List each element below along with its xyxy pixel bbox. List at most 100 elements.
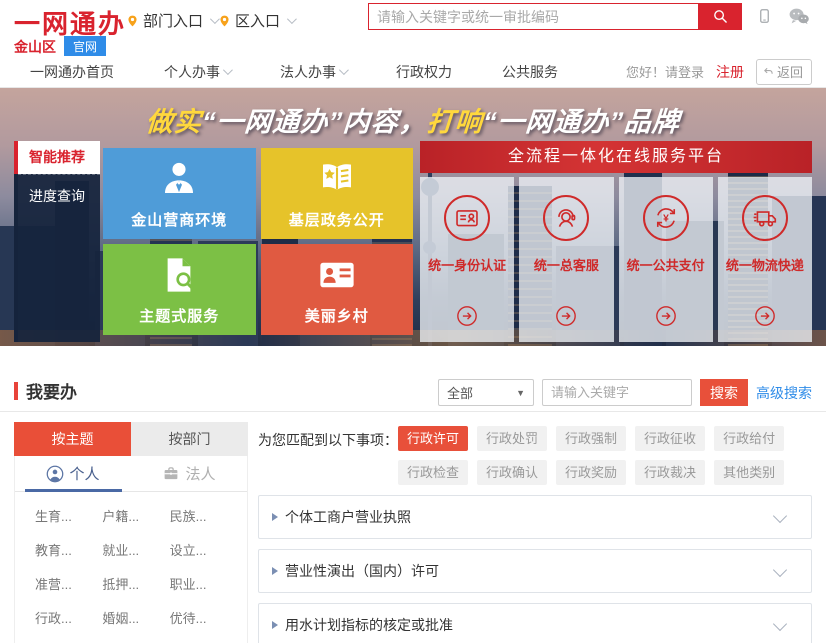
banner-side-menu: 智能推荐 进度查询 <box>14 141 100 342</box>
login-link[interactable]: 您好！请登录 <box>626 62 704 81</box>
tag-admin-license[interactable]: 行政许可 <box>398 426 468 451</box>
keyword-input[interactable] <box>542 379 692 406</box>
nav-item-admin-power[interactable]: 行政权力 <box>396 62 452 82</box>
tag-admin-penalty[interactable]: 行政处罚 <box>477 426 547 451</box>
accordion-item[interactable]: 营业性演出（国内）许可 <box>258 549 812 593</box>
logistics-truck-icon <box>742 195 788 241</box>
nav-item-public-service[interactable]: 公共服务 <box>502 62 558 82</box>
menu-item-smart-recommend[interactable]: 智能推荐 <box>14 141 100 174</box>
category-item[interactable]: 婚姻... <box>102 608 169 627</box>
section-search-tools: 全部 ▼ 搜索 高级搜索 <box>438 379 812 406</box>
id-card-icon <box>444 195 490 241</box>
back-button[interactable]: 返回 <box>756 59 812 85</box>
arrow-circle-icon[interactable] <box>655 305 677 332</box>
subtab-personal[interactable]: 个人 <box>15 456 131 491</box>
filter-panel: 按主题 按部门 个人 法人 生育... 户籍... 民族... 教育... 就业… <box>14 423 248 643</box>
chevron-down-icon[interactable] <box>773 617 787 631</box>
category-item[interactable]: 教育... <box>35 540 102 559</box>
tile-label: 主题式服务 <box>139 305 219 326</box>
filter-tabs: 按主题 按部门 <box>14 422 248 456</box>
tile-label: 金山营商环境 <box>131 209 227 230</box>
header-icons <box>757 6 810 26</box>
wechat-icon[interactable] <box>788 7 810 25</box>
category-grid: 生育... 户籍... 民族... 教育... 就业... 设立... 准营..… <box>15 492 247 643</box>
chevron-down-icon <box>287 14 297 24</box>
nav-label: 公共服务 <box>502 62 558 82</box>
category-item[interactable]: 设立... <box>170 540 237 559</box>
service-identity-auth[interactable]: 统一身份认证 <box>420 177 514 342</box>
service-label: 统一身份认证 <box>428 255 506 274</box>
register-link[interactable]: 注册 <box>716 62 744 82</box>
category-item[interactable]: 户籍... <box>102 506 169 525</box>
nav-item-home[interactable]: 一网通办首页 <box>30 62 114 82</box>
section-header: 我要办 <box>14 378 77 403</box>
tag-admin-reward[interactable]: 行政奖励 <box>556 460 626 485</box>
subtab-legal-entity[interactable]: 法人 <box>131 456 247 491</box>
official-site-badge[interactable]: 官网 <box>64 36 106 57</box>
category-item[interactable]: 民族... <box>170 506 237 525</box>
hero-banner: 做实“一网通办”内容，打响“一网通办”品牌 智能推荐 进度查询 金山营商环境 基… <box>0 88 826 346</box>
accordion-item[interactable]: 用水计划指标的核定或批准 <box>258 603 812 643</box>
select-value: 全部 <box>447 383 473 402</box>
category-item[interactable]: 职业... <box>170 574 237 593</box>
arrow-circle-icon[interactable] <box>555 305 577 332</box>
tag-admin-inspection[interactable]: 行政检查 <box>398 460 468 485</box>
tile-beautiful-countryside[interactable]: 美丽乡村 <box>261 244 414 335</box>
accordion-item[interactable]: 个体工商户营业执照 <box>258 495 812 539</box>
tag-admin-coercion[interactable]: 行政强制 <box>556 426 626 451</box>
category-select[interactable]: 全部 ▼ <box>438 379 534 406</box>
chevron-down-icon <box>339 65 349 75</box>
global-search-button[interactable] <box>698 3 742 30</box>
tile-grassroots-openness[interactable]: 基层政务公开 <box>261 148 414 239</box>
section-divider <box>0 411 826 412</box>
dept-entry-dropdown[interactable]: 部门入口 <box>126 10 217 31</box>
briefcase-icon <box>162 465 180 482</box>
search-button[interactable]: 搜索 <box>700 379 748 406</box>
tag-other[interactable]: 其他类别 <box>714 460 784 485</box>
service-public-payment[interactable]: ¥ 统一公共支付 <box>619 177 713 342</box>
doc-search-icon <box>158 254 200 296</box>
top-header: 一网通办 部门入口 区入口 金山区 官网 <box>0 0 826 56</box>
service-customer-service[interactable]: 统一总客服 <box>519 177 613 342</box>
tab-by-department[interactable]: 按部门 <box>131 422 248 456</box>
tag-admin-ruling[interactable]: 行政裁决 <box>635 460 705 485</box>
tile-themed-services[interactable]: 主题式服务 <box>103 244 256 335</box>
district-entry-dropdown[interactable]: 区入口 <box>218 10 294 31</box>
category-item[interactable]: 生育... <box>35 506 102 525</box>
tag-admin-levy[interactable]: 行政征收 <box>635 426 705 451</box>
nav-items: 一网通办首页 个人办事 法人办事 行政权力 公共服务 <box>0 62 558 82</box>
category-item[interactable]: 抵押... <box>102 574 169 593</box>
subject-subtabs: 个人 法人 <box>15 456 247 492</box>
chevron-down-icon[interactable] <box>773 509 787 523</box>
chevron-down-icon[interactable] <box>773 563 787 577</box>
nav-item-personal[interactable]: 个人办事 <box>164 62 230 82</box>
active-subtab-underline <box>25 489 122 492</box>
tile-business-environment[interactable]: 金山营商环境 <box>103 148 256 239</box>
tile-label: 基层政务公开 <box>289 209 385 230</box>
mobile-phone-icon[interactable] <box>757 6 772 26</box>
tag-admin-payment[interactable]: 行政给付 <box>714 426 784 451</box>
advanced-search-link[interactable]: 高级搜索 <box>756 383 812 403</box>
tab-by-theme[interactable]: 按主题 <box>14 422 131 456</box>
menu-item-progress-query[interactable]: 进度查询 <box>18 174 100 214</box>
nav-user-area: 您好！请登录 注册 返回 <box>626 59 812 85</box>
nav-item-legal[interactable]: 法人办事 <box>280 62 346 82</box>
category-item[interactable]: 优待... <box>170 608 237 627</box>
section-accent-bar <box>14 382 18 400</box>
back-arrow-icon <box>763 66 774 77</box>
subtab-label: 个人 <box>69 463 99 484</box>
payment-icon: ¥ <box>643 195 689 241</box>
global-search-input[interactable] <box>368 3 698 30</box>
nav-label: 法人办事 <box>280 62 336 82</box>
arrow-circle-icon[interactable] <box>754 305 776 332</box>
category-item[interactable]: 就业... <box>102 540 169 559</box>
slogan-part: 打响 <box>426 107 484 137</box>
location-pin-icon <box>126 13 139 29</box>
service-logistics[interactable]: 统一物流快递 <box>718 177 812 342</box>
arrow-circle-icon[interactable] <box>456 305 478 332</box>
section-title: 我要办 <box>26 378 77 403</box>
category-item[interactable]: 行政... <box>35 608 102 627</box>
tag-admin-confirmation[interactable]: 行政确认 <box>477 460 547 485</box>
subtab-label: 法人 <box>185 463 215 484</box>
category-item[interactable]: 准营... <box>35 574 102 593</box>
